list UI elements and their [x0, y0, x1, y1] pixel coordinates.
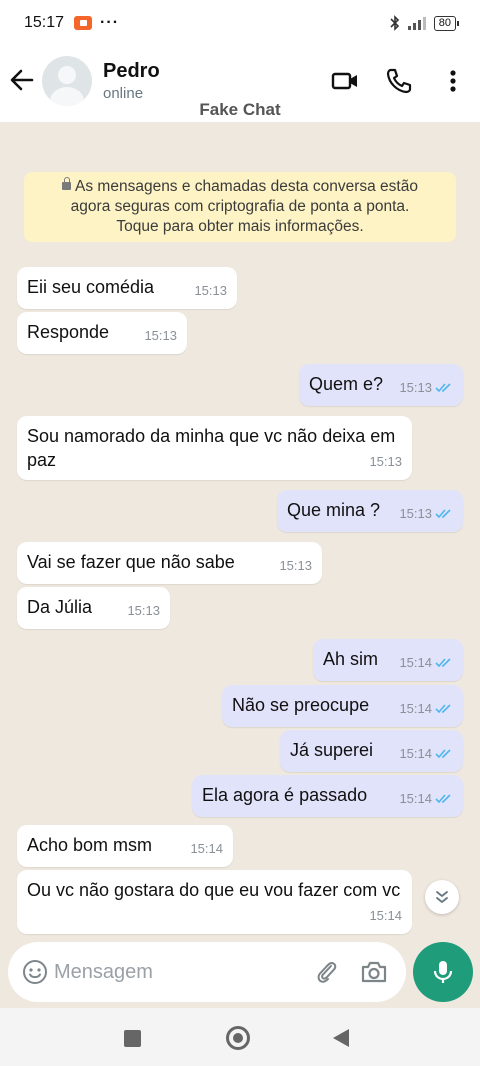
video-call-icon[interactable]	[330, 66, 360, 96]
microphone-button[interactable]	[413, 942, 473, 1002]
microphone-icon	[433, 961, 453, 983]
outgoing-message[interactable]: Quem e? 15:13	[299, 364, 463, 406]
message-time: 15:13	[127, 603, 160, 618]
overlay-title: Fake Chat	[199, 100, 281, 119]
chat-header: Pedro online Fake Chat	[0, 46, 480, 122]
more-options-icon[interactable]	[438, 66, 468, 96]
read-ticks-icon	[435, 383, 451, 393]
message-time: 15:14	[190, 841, 223, 856]
notice-line: As mensagens e chamadas desta conversa e…	[75, 178, 418, 195]
message-input[interactable]	[54, 956, 294, 988]
message-time: 15:13	[279, 558, 312, 573]
message-text: Vai se fazer que não sabe	[27, 552, 235, 572]
outgoing-message[interactable]: Que mina ? 15:13	[277, 490, 463, 532]
message-text: Ou vc não gostara do que eu vou fazer co…	[27, 880, 401, 900]
recent-apps-button[interactable]	[124, 1030, 141, 1047]
incoming-message[interactable]: Eii seu comédia 15:13	[17, 267, 237, 309]
double-chevron-down-icon	[436, 891, 448, 903]
contact-name[interactable]: Pedro	[103, 60, 160, 83]
screen-record-icon	[74, 16, 93, 30]
incoming-message[interactable]: Da Júlia 15:13	[17, 587, 170, 629]
camera-icon[interactable]	[360, 959, 388, 985]
notice-line: Toque para obter mais informações.	[116, 218, 364, 235]
outgoing-message[interactable]: Ah sim 15:14	[313, 639, 463, 681]
system-navigation-bar	[0, 1008, 480, 1066]
signal-icon	[407, 16, 426, 30]
read-ticks-icon	[435, 509, 451, 519]
status-bar: 15:17 ··· 80	[0, 0, 480, 46]
encryption-notice[interactable]: As mensagens e chamadas desta conversa e…	[24, 172, 456, 242]
message-text: Sou namorado da minha que vc não deixa e…	[27, 426, 396, 470]
incoming-message[interactable]: Ou vc não gostara do que eu vou fazer co…	[17, 870, 412, 934]
message-time: 15:14	[399, 791, 432, 806]
lock-icon	[62, 177, 72, 190]
bluetooth-icon	[390, 15, 399, 31]
home-button[interactable]	[226, 1026, 250, 1050]
emoji-icon[interactable]	[22, 959, 48, 985]
incoming-message[interactable]: Vai se fazer que não sabe 15:13	[17, 542, 322, 584]
attach-icon[interactable]	[314, 959, 340, 985]
message-time: 15:14	[399, 701, 432, 716]
scroll-to-bottom-button[interactable]	[425, 880, 459, 914]
contact-avatar[interactable]	[42, 56, 92, 106]
battery-icon: 80	[433, 15, 460, 31]
read-ticks-icon	[435, 704, 451, 714]
message-composer	[8, 942, 406, 1002]
more-notifications-icon: ···	[100, 14, 120, 31]
message-time: 15:13	[369, 454, 402, 469]
system-back-button[interactable]	[333, 1029, 349, 1047]
chat-area: As mensagens e chamadas desta conversa e…	[0, 122, 480, 946]
message-time: 15:13	[399, 506, 432, 521]
status-time: 15:17	[24, 14, 65, 31]
status-icons: 80	[390, 15, 460, 31]
message-time: 15:14	[399, 655, 432, 670]
message-time: 15:14	[369, 908, 402, 923]
outgoing-message[interactable]: Não se preocupe 15:14	[222, 685, 463, 727]
message-time: 15:13	[144, 328, 177, 343]
message-time: 15:14	[399, 746, 432, 761]
voice-call-icon[interactable]	[384, 66, 414, 96]
back-arrow-icon[interactable]	[8, 66, 36, 94]
incoming-message[interactable]: Responde 15:13	[17, 312, 187, 354]
message-time: 15:13	[194, 283, 227, 298]
read-ticks-icon	[435, 749, 451, 759]
incoming-message[interactable]: Acho bom msm 15:14	[17, 825, 233, 867]
read-ticks-icon	[435, 794, 451, 804]
outgoing-message[interactable]: Já superei 15:14	[280, 730, 463, 772]
read-ticks-icon	[435, 658, 451, 668]
notice-line: agora seguras com criptografia de ponta …	[70, 198, 410, 215]
outgoing-message[interactable]: Ela agora é passado 15:14	[192, 775, 463, 817]
incoming-message[interactable]: Sou namorado da minha que vc não deixa e…	[17, 416, 412, 480]
message-time: 15:13	[399, 380, 432, 395]
